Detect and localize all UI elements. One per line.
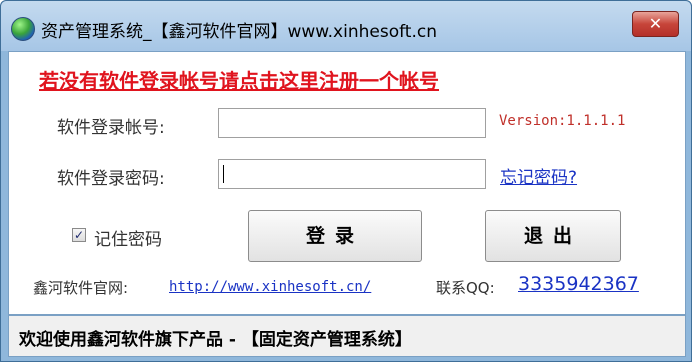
text-caret <box>223 165 224 183</box>
check-icon: ✓ <box>73 228 85 242</box>
password-input[interactable] <box>218 159 486 189</box>
forgot-password-link[interactable]: 忘记密码? <box>500 163 577 188</box>
globe-icon <box>11 17 35 41</box>
login-window: 资产管理系统_【鑫河软件官网】www.xinhesoft.cn ✕ 若没有软件登… <box>0 0 692 362</box>
login-button[interactable]: 登录 <box>248 210 422 262</box>
site-label: 鑫河软件官网: <box>33 279 129 297</box>
title-bar[interactable]: 资产管理系统_【鑫河软件官网】www.xinhesoft.cn ✕ <box>1 1 691 51</box>
status-bar: 欢迎使用鑫河软件旗下产品 - 【固定资产管理系统】 <box>8 315 686 357</box>
status-text: 欢迎使用鑫河软件旗下产品 - 【固定资产管理系统】 <box>19 330 412 350</box>
password-label: 软件登录密码: <box>57 169 165 189</box>
window-title: 资产管理系统_【鑫河软件官网】www.xinhesoft.cn <box>41 22 437 42</box>
remember-checkbox[interactable]: ✓ <box>72 228 86 242</box>
close-icon: ✕ <box>648 14 663 33</box>
account-label: 软件登录帐号: <box>57 118 165 138</box>
close-button[interactable]: ✕ <box>632 11 679 37</box>
login-panel: 若没有软件登录帐号请点击这里注册一个帐号 软件登录帐号: Version:1.1… <box>8 51 686 315</box>
version-text: Version:1.1.1.1 <box>499 113 626 129</box>
exit-button[interactable]: 退出 <box>485 210 621 262</box>
site-link[interactable]: http://www.xinhesoft.cn/ <box>169 279 371 295</box>
remember-label: 记住密码 <box>94 230 162 250</box>
qq-label: 联系QQ: <box>436 279 495 297</box>
account-input[interactable] <box>218 108 486 138</box>
qq-link[interactable]: 3335942367 <box>518 273 639 295</box>
register-link[interactable]: 若没有软件登录帐号请点击这里注册一个帐号 <box>39 65 439 94</box>
